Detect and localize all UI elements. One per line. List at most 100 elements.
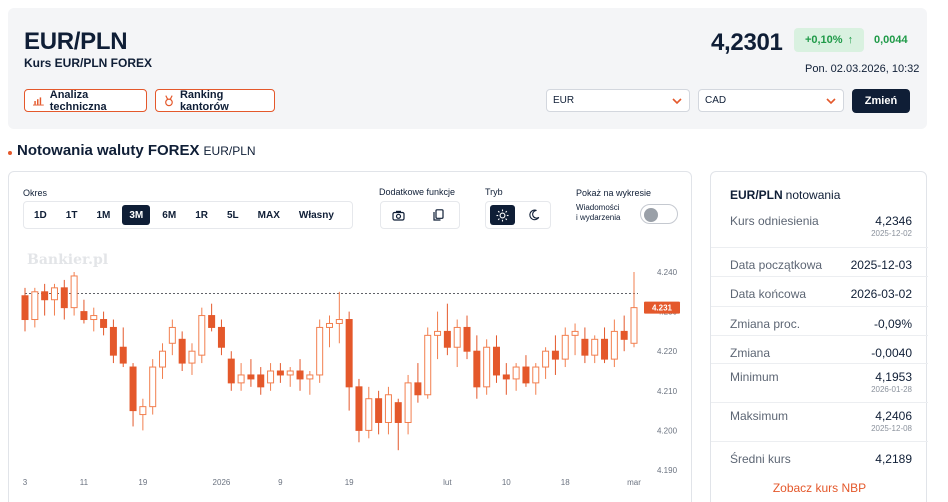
section-title-text: Notowania waluty FOREX — [17, 142, 200, 159]
candle-body — [473, 350, 481, 388]
period-label: Okres — [23, 188, 48, 198]
candle-body — [316, 326, 324, 376]
quote-row: Średni kurs 4,2189 — [711, 441, 928, 477]
light-mode-button[interactable] — [490, 205, 515, 225]
x-tick-label: 19 — [138, 478, 147, 487]
quote-label: Średni kurs — [730, 452, 791, 466]
change-percent: +0,10% — [804, 34, 843, 46]
news-events-line2: i wydarzenia — [576, 213, 621, 222]
period-1t-button[interactable]: 1T — [59, 205, 85, 225]
news-events-toggle[interactable] — [640, 204, 678, 224]
y-tick-label: 4.190 — [657, 466, 678, 475]
candle-body — [119, 346, 127, 364]
quote-value: 4,2346 — [875, 214, 912, 228]
show-on-chart-label: Pokaż na wykresie — [576, 188, 652, 198]
candle-body — [237, 374, 245, 384]
chart-watermark: Bankier.pl — [27, 252, 108, 268]
candle-body — [168, 326, 176, 344]
candle-body — [50, 287, 58, 301]
period-selector: 1D 1T 1M 3M 6M 1R 5L MAX Własny — [23, 201, 353, 229]
dark-mode-button[interactable] — [521, 205, 546, 225]
page: EUR/PLN Kurs EUR/PLN FOREX 4,2301 +0,10%… — [0, 0, 948, 502]
camera-icon — [391, 210, 405, 221]
candle-body — [434, 330, 442, 336]
y-tick-label: 4.200 — [657, 426, 678, 435]
copy-button[interactable] — [425, 205, 451, 225]
current-rate: 4,2301 — [711, 29, 783, 56]
candle-body — [60, 287, 68, 309]
x-tick-label: 9 — [278, 478, 283, 487]
x-tick-label: 11 — [80, 478, 89, 487]
candle-body — [276, 370, 284, 376]
period-5l-button[interactable]: 5L — [220, 205, 246, 225]
candle-body — [345, 319, 353, 388]
section-bullet — [8, 151, 12, 155]
screenshot-button[interactable] — [385, 205, 411, 225]
candle-body — [483, 346, 491, 388]
quote-label: Minimum — [730, 370, 779, 384]
quote-value: 4,2406 — [875, 409, 912, 423]
technical-analysis-button[interactable]: Analiza techniczna — [24, 88, 147, 113]
mode-label: Tryb — [485, 187, 503, 197]
medal-icon — [165, 94, 173, 106]
candle-body — [375, 398, 383, 423]
candle-body — [335, 319, 343, 324]
candle-body — [581, 338, 589, 356]
period-1r-button[interactable]: 1R — [188, 205, 215, 225]
candle-body — [70, 275, 78, 309]
period-1d-button[interactable]: 1D — [27, 205, 54, 225]
candle-body — [257, 374, 265, 388]
y-tick-label: 4.220 — [657, 347, 678, 356]
change-currency-button[interactable]: Zmień — [852, 89, 910, 113]
change-absolute: 0,0044 — [874, 34, 908, 46]
candle-body — [522, 366, 530, 384]
news-events-label: Wiadomości i wydarzenia — [576, 203, 636, 223]
last-price-label: 4.231 — [652, 304, 673, 313]
y-tick-label: 4.210 — [657, 387, 678, 396]
candle-body — [610, 330, 618, 360]
quote-label: Zmiana — [730, 346, 771, 360]
candle-body — [31, 291, 39, 321]
period-custom-button[interactable]: Własny — [292, 205, 341, 225]
from-currency-value: EUR — [553, 95, 575, 106]
quote-timestamp: Pon. 02.03.2026, 10:32 — [805, 63, 920, 75]
quotes-panel: EUR/PLN notowania Kurs odniesienia 4,2346 2… — [710, 171, 928, 502]
section-title-pair: EUR/PLN — [203, 144, 256, 158]
period-max-button[interactable]: MAX — [251, 205, 287, 225]
candle-body — [355, 386, 363, 431]
period-6m-button[interactable]: 6M — [155, 205, 183, 225]
quote-label: Data końcowa — [730, 287, 807, 301]
x-tick-label: 3 — [23, 478, 28, 487]
exchange-ranking-button[interactable]: Ranking kantorów — [155, 89, 275, 113]
candle-body — [502, 374, 510, 380]
candlestick-chart[interactable]: Bankier.pl4.2404.2304.2204.2104.2004.190… — [9, 242, 693, 487]
from-currency-select[interactable]: EUR — [546, 89, 690, 112]
candle-body — [630, 307, 638, 344]
technical-analysis-label: Analiza techniczna — [49, 88, 107, 113]
candle-body — [542, 350, 550, 368]
news-events-line1: Wiadomości — [576, 203, 620, 212]
candle-body — [571, 330, 579, 336]
quote-label: Kurs odniesienia — [730, 214, 819, 228]
quote-value: 2026-03-02 — [850, 287, 912, 301]
candle-body — [326, 322, 333, 328]
candle-body — [394, 402, 402, 423]
quotes-title-pair: EUR/PLN — [730, 188, 783, 202]
quotes-title: EUR/PLN notowania — [730, 188, 840, 202]
candle-body — [306, 374, 314, 380]
candle-body — [404, 382, 412, 423]
candle-body — [247, 374, 255, 380]
x-tick-label: mar — [627, 478, 641, 487]
chart-panel: Okres 1D 1T 1M 3M 6M 1R 5L MAX Własny Do… — [8, 171, 692, 502]
quote-value: 4,2189 — [875, 452, 912, 466]
period-1m-button[interactable]: 1M — [89, 205, 117, 225]
to-currency-value: CAD — [705, 95, 727, 106]
arrow-up-icon: ↑ — [847, 34, 854, 46]
candle-body — [532, 366, 540, 384]
candle-body — [384, 394, 392, 423]
period-3m-button[interactable]: 3M — [122, 205, 151, 225]
quote-date: 2026-01-28 — [871, 385, 912, 394]
candle-body — [80, 311, 88, 321]
to-currency-select[interactable]: CAD — [698, 89, 844, 112]
nbp-rate-link[interactable]: Zobacz kurs NBP — [711, 481, 928, 495]
